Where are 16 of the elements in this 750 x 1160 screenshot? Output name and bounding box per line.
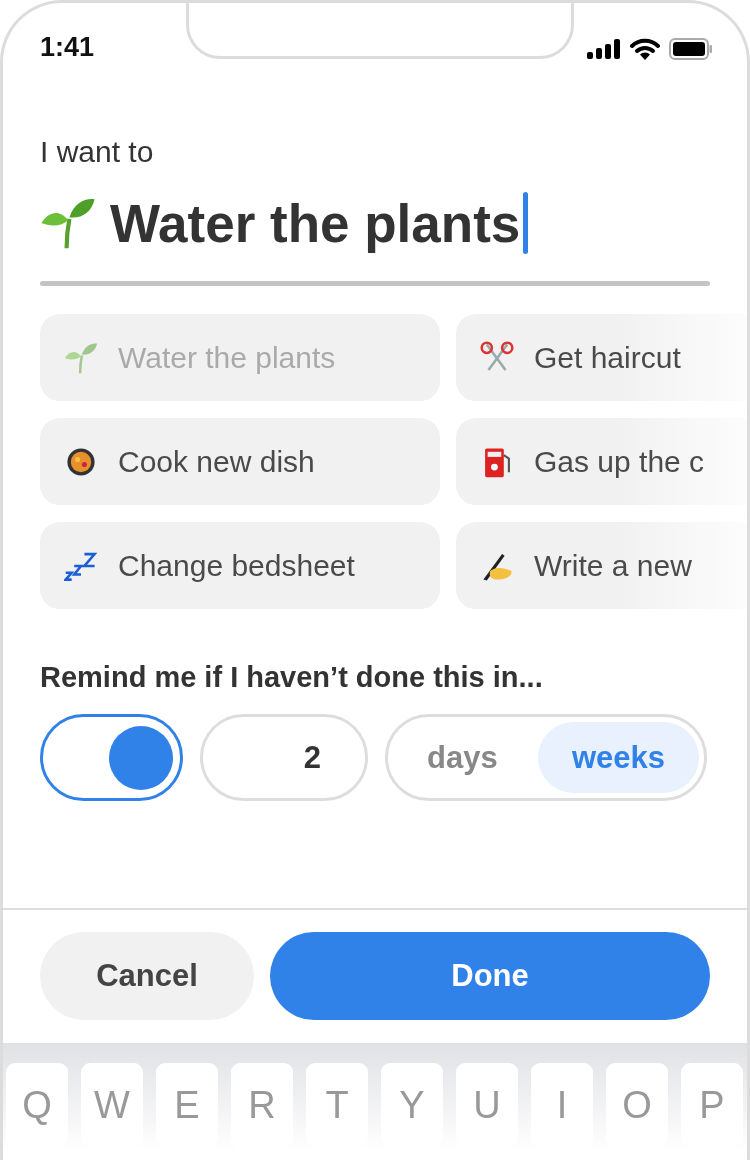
wifi-icon (630, 38, 660, 60)
status-time: 1:41 (40, 32, 95, 63)
cancel-button[interactable]: Cancel (40, 932, 254, 1020)
task-name-field[interactable]: Water the plants (40, 185, 710, 261)
battery-icon (669, 38, 713, 60)
sprout-icon (64, 340, 98, 375)
suggestion-chip[interactable]: Change bedsheet (40, 522, 440, 609)
remind-label: Remind me if I haven’t done this in... (40, 661, 544, 694)
unit-option[interactable]: days (393, 722, 532, 793)
count-field[interactable]: 2 (200, 714, 368, 801)
reminder-toggle[interactable] (40, 714, 183, 801)
suggestion-chip[interactable]: Cook new dish (40, 418, 440, 505)
signal-icon (587, 39, 621, 59)
prompt-label: I want to (40, 135, 155, 169)
unit-option[interactable]: weeks (537, 722, 699, 793)
done-button[interactable]: Done (270, 932, 710, 1020)
